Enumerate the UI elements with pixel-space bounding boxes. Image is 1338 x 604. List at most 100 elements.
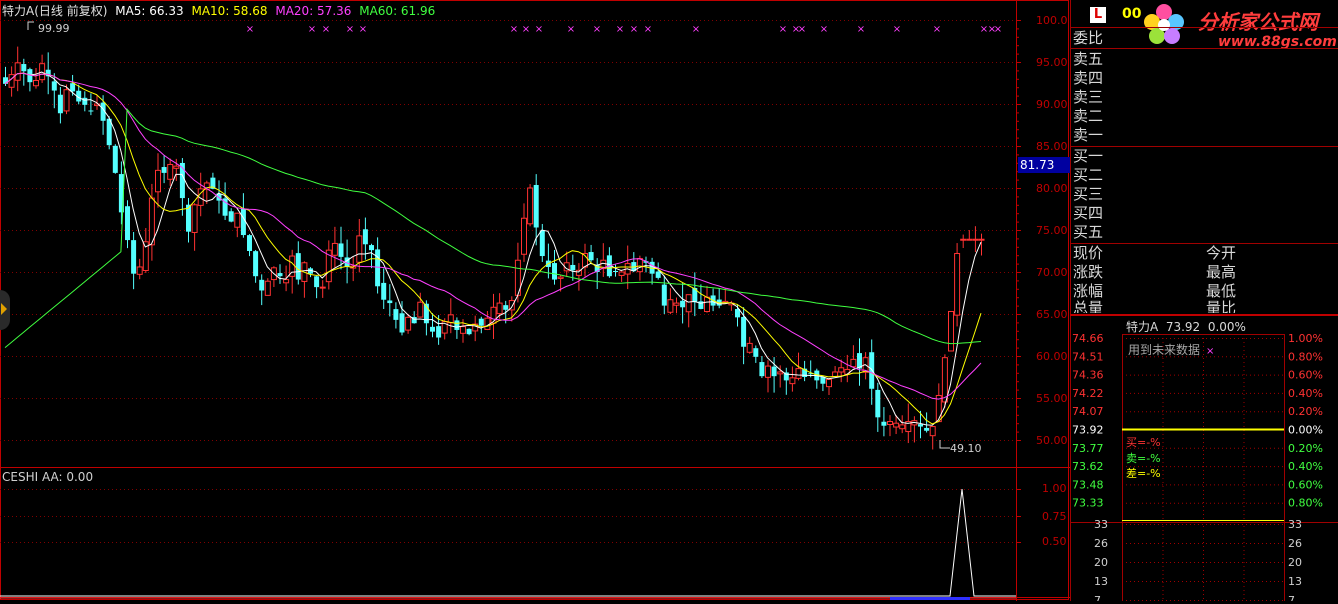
- mini-vol-right-label: 7: [1288, 594, 1295, 601]
- candle-body-down: [588, 252, 594, 261]
- candle-body-down: [82, 97, 88, 105]
- kline-chart-area[interactable]: × × × × × × × × × × × × × × × × × × × × × × × × 100.0 95.00 90.00…: [0, 0, 1070, 601]
- mini-buy: 买=-%: [1126, 436, 1161, 449]
- candle-body-up: [685, 294, 692, 313]
- mini-price-label: 73.48: [1072, 478, 1104, 491]
- candle-body-up: [893, 422, 900, 428]
- kline-chart-svg[interactable]: × × × × × × × × × × × × × × × ×× × × × × × ×× 100.095.0090.00…: [0, 0, 1070, 601]
- candle-body-up: [167, 163, 174, 180]
- price-axis-label: 70.00: [1036, 266, 1068, 279]
- candle-body-up: [405, 316, 412, 331]
- mini-vol-left-label: 20: [1094, 556, 1108, 569]
- chart-frame: [0, 0, 1069, 600]
- candle-body-down: [362, 229, 368, 245]
- quote-volume-label: 总量: [1073, 300, 1104, 313]
- candle-body-up: [191, 204, 198, 233]
- candle-body-down: [454, 320, 460, 330]
- signal-mark: ×: [820, 24, 828, 35]
- price-axis-label: 100.0: [1036, 14, 1068, 27]
- candle-body-down: [655, 271, 661, 278]
- candle-body-up: [39, 63, 46, 81]
- candle-body-up: [8, 74, 15, 88]
- chart-header: 特力A(日线 前复权) MA5: 66.33 MA10: 58.68 MA20:…: [2, 2, 435, 19]
- indicator-tick-3: 0.50: [1042, 535, 1067, 548]
- candle-body-up: [331, 242, 338, 256]
- mini-diff: 差=-%: [1126, 467, 1161, 480]
- signal-mark: ×: [933, 24, 941, 35]
- candle-body-up: [33, 79, 39, 87]
- buy-5-label: 买五: [1073, 223, 1104, 241]
- price-axis-label: 50.00: [1036, 434, 1068, 447]
- quote-pct-label: 涨幅: [1073, 282, 1104, 300]
- candle-body-down: [759, 362, 765, 377]
- mini-pct-label: 0.20%: [1288, 405, 1323, 418]
- buy-4-label: 买四: [1073, 204, 1104, 222]
- candle-body-down: [277, 273, 283, 277]
- signal-mark: ×: [535, 24, 543, 35]
- candle-body-up: [746, 342, 753, 353]
- mini-chart-title: 特力A 73.92 0.00%: [1126, 320, 1246, 334]
- candle-body-up: [972, 238, 979, 241]
- candle-body-up: [136, 266, 143, 275]
- candle-body-up: [789, 377, 796, 385]
- signal-mark: ×: [857, 24, 865, 35]
- candle-body-up: [850, 358, 857, 368]
- candle-body-down: [881, 421, 887, 426]
- signal-mark: ×: [893, 24, 901, 35]
- candle-body-down: [539, 230, 545, 257]
- price-axis-label: 85.00: [1036, 140, 1068, 153]
- mini-price-label: 73.62: [1072, 460, 1104, 473]
- candle-body-down: [478, 318, 484, 326]
- signal-mark: ×: [798, 24, 806, 35]
- candle-body-up: [826, 379, 832, 388]
- candle-body-down: [661, 284, 667, 306]
- buy-1-label: 买一: [1073, 147, 1104, 165]
- sell-4-label: 卖四: [1073, 69, 1104, 87]
- candle-body-down: [112, 145, 118, 173]
- candle-body-up: [447, 314, 454, 324]
- candle-body-up: [63, 89, 70, 112]
- candle-body-up: [557, 276, 564, 279]
- indicator-title: CESHI AA: 0.00: [2, 470, 94, 484]
- candle-body-up: [941, 357, 948, 403]
- signal-mark: ×: [359, 24, 367, 35]
- ma60-label: MA60: 61.96: [359, 4, 436, 18]
- candle-body-down: [680, 300, 686, 308]
- side-collapse-handle[interactable]: [0, 290, 10, 330]
- candle-body-up: [319, 286, 326, 289]
- candle-body-down: [875, 389, 881, 418]
- mini-pct-label: 0.40%: [1288, 460, 1323, 473]
- candle-body-down: [70, 83, 76, 92]
- candle-body-up: [496, 302, 503, 315]
- mini-price-label: 74.36: [1072, 369, 1104, 382]
- mini-pct-label: 0.20%: [1288, 442, 1323, 455]
- candle-body-down: [430, 326, 435, 332]
- candle-body-down: [125, 206, 130, 241]
- divider: [1070, 243, 1338, 244]
- candle-body-down: [131, 240, 137, 274]
- candle-body-up: [960, 238, 967, 241]
- candle-body-down: [247, 235, 252, 251]
- mini-price-label: 74.07: [1072, 405, 1104, 418]
- candle-body-down: [918, 424, 923, 427]
- high-price-label: 99.99: [38, 22, 70, 35]
- divider: [1070, 146, 1338, 147]
- candle-body-up: [283, 279, 290, 284]
- candle-body-up: [887, 421, 893, 426]
- mini-vol-left-label: 7: [1094, 594, 1101, 601]
- candle-body-down: [436, 326, 442, 338]
- mini-pct-label: 1.00%: [1288, 332, 1323, 345]
- stock-name: 特力A: [2, 4, 35, 18]
- candle-body-down: [369, 245, 374, 251]
- candle-body-down: [924, 427, 930, 431]
- future-data-note: 用到未来数据: [1128, 343, 1201, 357]
- price-tag: 81.73: [1018, 157, 1070, 173]
- mini-chart[interactable]: 74.66 1.00% 74.51 0.80% 74.36 0.60% 74.22 0.40%…: [1070, 316, 1338, 604]
- candle-body-up: [954, 253, 961, 316]
- candle-body-up: [234, 212, 241, 228]
- candle-body-down: [338, 243, 344, 257]
- price-axis-label: 65.00: [1036, 308, 1068, 321]
- candle-body-down: [741, 316, 747, 347]
- candle-body-down: [228, 211, 234, 222]
- mini-signal-mark: ×: [1206, 346, 1214, 357]
